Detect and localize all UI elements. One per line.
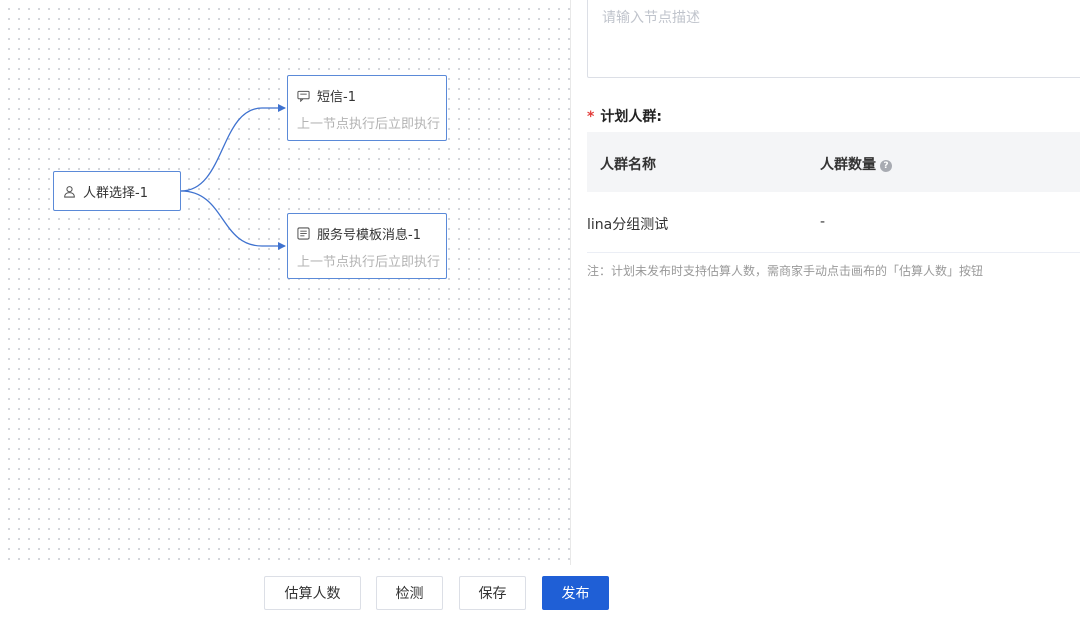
check-button[interactable]: 检测: [376, 576, 443, 610]
node-crowd-select[interactable]: 人群选择-1: [53, 171, 181, 211]
estimate-count-button[interactable]: 估算人数: [264, 576, 361, 610]
column-crowd-name: 人群名称: [600, 157, 656, 173]
node-crowd-select-title: 人群选择-1: [83, 185, 148, 201]
node-description-textarea[interactable]: 请输入节点描述: [587, 0, 1080, 78]
message-icon: [297, 90, 310, 102]
crowd-table-header: 人群名称 人群数量?: [587, 132, 1080, 192]
crowd-form-label: * 计划人群:: [587, 106, 662, 126]
node-template-message-subtitle: 上一节点执行后立即执行: [297, 255, 441, 270]
estimate-note: 注：计划未发布时支持估算人数，需商家手动点击画布的「估算人数」按钮: [587, 264, 984, 278]
crowd-name-cell: lina分组测试: [587, 217, 669, 233]
node-sms-title: 短信-1: [317, 90, 356, 105]
node-template-message[interactable]: 服务号模板消息-1 上一节点执行后立即执行: [287, 213, 447, 279]
crowd-count-cell: -: [820, 214, 826, 230]
node-sms[interactable]: 短信-1 上一节点执行后立即执行: [287, 75, 447, 141]
user-icon: [64, 185, 75, 198]
crowd-label-text: 计划人群:: [600, 109, 662, 125]
publish-button[interactable]: 发布: [542, 576, 609, 610]
node-sms-subtitle: 上一节点执行后立即执行: [297, 117, 441, 132]
flow-canvas[interactable]: [0, 0, 570, 560]
save-button[interactable]: 保存: [459, 576, 526, 610]
column-crowd-count: 人群数量?: [820, 154, 892, 174]
description-placeholder: 请输入节点描述: [602, 10, 700, 26]
column-crowd-count-label: 人群数量: [820, 157, 876, 173]
table-row: lina分组测试 -: [587, 192, 1080, 253]
node-template-message-title: 服务号模板消息-1: [317, 228, 421, 243]
required-mark: *: [587, 109, 595, 125]
panel-divider: [570, 0, 571, 565]
template-icon: [297, 227, 310, 240]
question-icon[interactable]: ?: [880, 160, 892, 172]
